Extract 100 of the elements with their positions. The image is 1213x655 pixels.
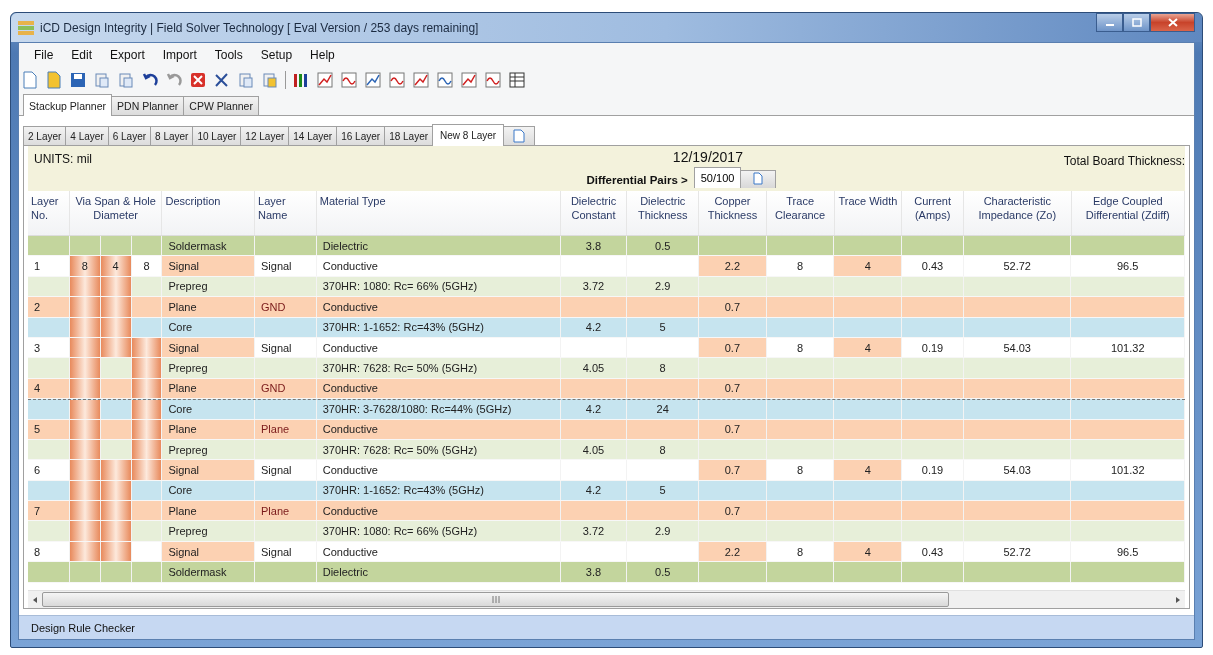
stackup-row[interactable]: Prepreg 370HR: 1080: Rc= 66% (5GHz) 3.72 2.9 xyxy=(28,521,1185,542)
table-cell: Signal xyxy=(261,260,292,273)
table-cell: Plane xyxy=(261,504,290,517)
table-cell: 4.05 xyxy=(582,362,605,375)
table-icon[interactable] xyxy=(508,71,526,89)
column-bars-icon[interactable] xyxy=(292,71,310,89)
line-chart-icon[interactable] xyxy=(316,71,334,89)
column-header: Dielectric Thickness xyxy=(627,191,700,235)
new-pair-button[interactable] xyxy=(740,170,777,188)
table-cell: 54.03 xyxy=(1003,341,1031,354)
table-cell: 0.7 xyxy=(724,464,740,476)
table-cell: 2.2 xyxy=(724,260,740,273)
save-icon[interactable] xyxy=(69,71,87,89)
table-cell: 5 xyxy=(659,484,666,497)
layer-tab[interactable]: 4 Layer xyxy=(65,126,109,145)
layer-tab[interactable]: 18 Layer xyxy=(384,126,434,145)
table-cell: 4 xyxy=(34,382,41,395)
layer-tab[interactable]: New 8 Layer xyxy=(432,124,505,146)
new-page-icon xyxy=(753,172,764,185)
stackup-row[interactable]: 7 Plane Plane Conductive 0.7 xyxy=(28,501,1185,522)
menu-item[interactable]: Tools xyxy=(205,48,252,62)
table-cell: Conductive xyxy=(322,382,378,395)
table-cell: Signal xyxy=(168,260,199,273)
table-cell: Conductive xyxy=(322,300,378,313)
stackup-row[interactable]: Core 370HR: 3-7628/1080: Rc=44% (5GHz) 4.2 24 xyxy=(28,399,1185,420)
table-cell: 4 xyxy=(864,545,871,558)
table-cell: 0.5 xyxy=(655,239,671,252)
differential-pair-tab[interactable]: 50/100 xyxy=(693,167,742,188)
menu-item[interactable]: Setup xyxy=(251,48,302,62)
table-cell: 3.8 xyxy=(585,239,602,252)
table-cell: 370HR: 7628: Rc= 50% (5GHz) xyxy=(322,362,478,375)
delete-icon[interactable] xyxy=(189,71,207,89)
menu-item[interactable]: Import xyxy=(153,48,206,62)
table-cell: Core xyxy=(168,484,193,497)
table-cell: Soldermask xyxy=(168,239,227,252)
table-cell: Conductive xyxy=(322,504,378,517)
menu-item[interactable]: Export xyxy=(101,48,154,62)
layer-tab[interactable]: 2 Layer xyxy=(23,126,67,145)
column-header: Current (Amps) xyxy=(902,191,964,235)
via-barrel: 4 xyxy=(100,256,132,276)
curve-chart-icon[interactable] xyxy=(436,71,454,89)
cut-icon[interactable] xyxy=(213,71,231,89)
table-cell: GND xyxy=(261,382,286,395)
table-cell: 2.2 xyxy=(724,545,740,558)
layer-tab[interactable]: 16 Layer xyxy=(336,126,386,145)
open-folder-icon[interactable] xyxy=(45,71,63,89)
layer-tab[interactable]: 10 Layer xyxy=(192,126,242,145)
layer-tab[interactable]: 12 Layer xyxy=(240,126,290,145)
maximize-icon xyxy=(1131,18,1142,27)
table-cell: 4 xyxy=(864,341,871,354)
table-cell: 96.5 xyxy=(1117,545,1139,558)
stackup-row[interactable]: Prepreg 370HR: 7628: Rc= 50% (5GHz) 4.05 8 xyxy=(28,358,1185,379)
close-button[interactable] xyxy=(1150,13,1195,32)
table-cell: 24 xyxy=(656,403,669,416)
table-cell: 370HR: 7628: Rc= 50% (5GHz) xyxy=(322,443,478,456)
column-header: Copper Thickness xyxy=(699,191,767,235)
planner-tab[interactable]: PDN Planner xyxy=(111,96,185,115)
stackup-row[interactable]: 6 Signal Signal Conductive 0.7 8 4 0.19 54.03 101.32 xyxy=(28,460,1185,481)
table-cell: GND xyxy=(261,300,286,313)
planner-tab[interactable]: CPW Planner xyxy=(183,96,259,115)
table-cell: Signal xyxy=(261,341,292,354)
stackup-row[interactable]: 1 8 4 8 Signal Signal Conductive 2.2 8 4 0.43 52.72 96.5 xyxy=(28,256,1185,277)
via-barrel: 8 xyxy=(69,256,101,276)
column-header: Trace Width xyxy=(834,191,903,235)
new-tab-button[interactable] xyxy=(503,126,536,145)
table-cell: 8 xyxy=(797,260,804,273)
table-cell: Plane xyxy=(168,382,197,395)
table-cell: Conductive xyxy=(322,260,378,273)
table-cell: Dielectric xyxy=(322,239,368,252)
table-cell: Conductive xyxy=(322,464,378,476)
table-cell: Core xyxy=(168,321,193,334)
minimize-button[interactable] xyxy=(1096,13,1123,32)
table-cell: Prepreg xyxy=(168,362,208,375)
stackup-row[interactable]: Soldermask Dielectric 3.8 0.5 xyxy=(28,562,1185,583)
table-cell: 2.9 xyxy=(655,525,671,538)
layer-tab[interactable]: 14 Layer xyxy=(288,126,338,145)
table-cell: Signal xyxy=(168,545,199,558)
table-cell: Signal xyxy=(261,545,292,558)
menu-item[interactable]: Help xyxy=(301,48,344,62)
table-cell: Plane xyxy=(168,423,197,436)
table-cell: Plane xyxy=(168,300,197,313)
table-cell: 4.05 xyxy=(582,443,605,456)
menu-item[interactable]: File xyxy=(25,48,63,62)
layer-tab[interactable]: 6 Layer xyxy=(107,126,152,145)
table-cell: 4 xyxy=(864,464,871,476)
table-cell: 0.43 xyxy=(921,260,944,273)
menu-item[interactable]: Edit xyxy=(62,48,102,62)
horizontal-scrollbar[interactable] xyxy=(28,590,1185,608)
stackup-row[interactable]: 2 Plane GND Conductive 0.7 xyxy=(28,297,1185,318)
status-text: Design Rule Checker xyxy=(31,621,135,634)
table-cell: 3.72 xyxy=(582,280,605,293)
planner-tab[interactable]: Stackup Planner xyxy=(23,94,113,116)
stackup-row[interactable]: 3 Signal Signal Conductive 0.7 8 4 0.19 54.03 101.32 xyxy=(28,337,1185,359)
wave-icon[interactable] xyxy=(484,71,502,89)
stackup-row[interactable]: Soldermask Dielectric 3.8 0.5 xyxy=(28,236,1185,257)
maximize-button[interactable] xyxy=(1123,13,1150,32)
table-cell: 0.43 xyxy=(921,545,944,558)
table-cell: 8 xyxy=(659,362,666,375)
layer-tab[interactable]: 8 Layer xyxy=(150,126,194,145)
column-header: Edge Coupled Differential (Zdiff) xyxy=(1071,191,1186,235)
